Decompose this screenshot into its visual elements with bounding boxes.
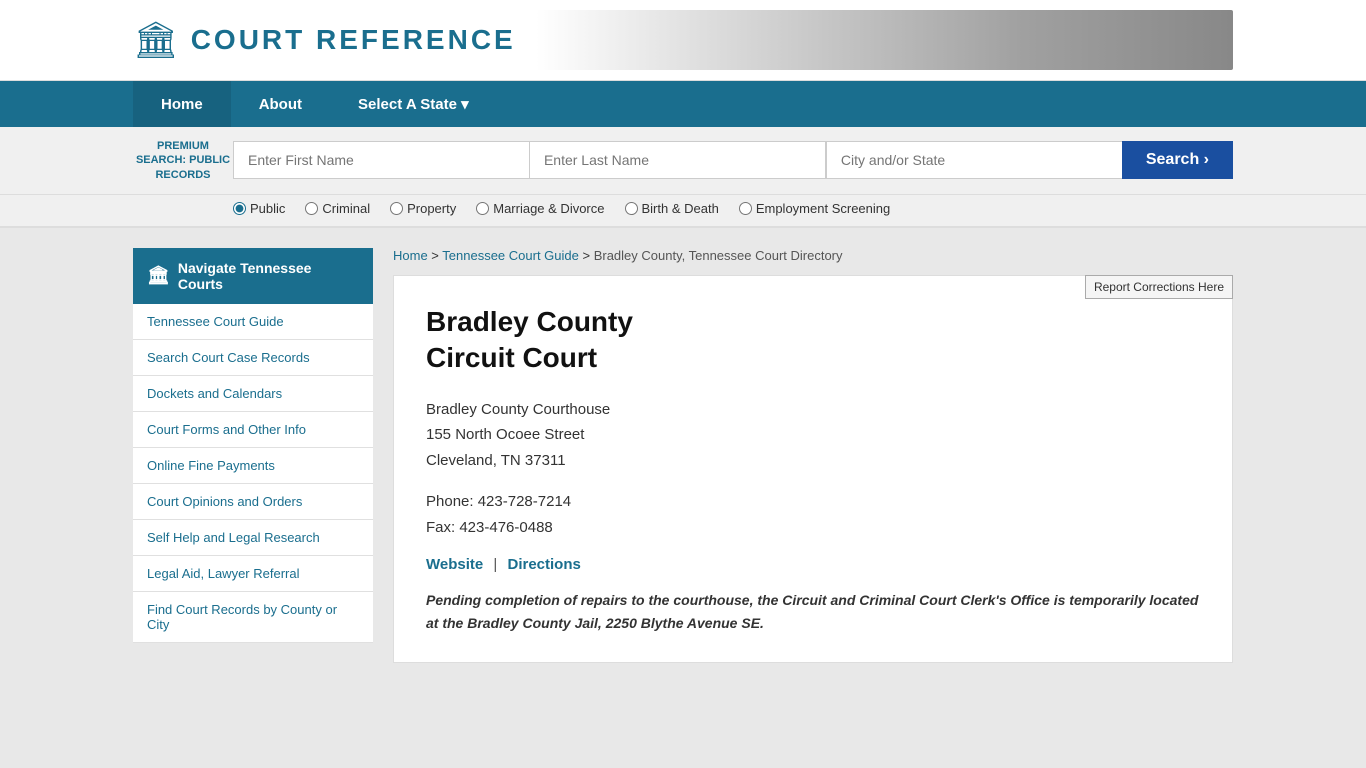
- main-content: 🏛 Navigate Tennessee Courts Tennessee Co…: [0, 228, 1366, 703]
- main-navigation: Home About Select A State ▾: [0, 81, 1366, 127]
- radio-property[interactable]: Property: [390, 201, 456, 216]
- navigate-icon: 🏛: [147, 265, 170, 286]
- breadcrumb-current: Bradley County, Tennessee Court Director…: [594, 248, 843, 263]
- sidebar-item-legal-aid[interactable]: Legal Aid, Lawyer Referral: [133, 556, 373, 592]
- first-name-input[interactable]: [233, 141, 529, 179]
- sidebar-heading: Navigate Tennessee Courts: [178, 260, 359, 292]
- court-phone: Phone: 423-728-7214 Fax: 423-476-0488: [426, 489, 1200, 540]
- court-address: Bradley County Courthouse 155 North Ocoe…: [426, 397, 1200, 474]
- radio-criminal[interactable]: Criminal: [305, 201, 370, 216]
- premium-label: PREMIUM SEARCH: PUBLIC RECORDS: [133, 139, 233, 182]
- page-header: 🏛 COURT REFERENCE: [0, 0, 1366, 81]
- link-separator: |: [493, 556, 497, 573]
- content-area: Home > Tennessee Court Guide > Bradley C…: [393, 248, 1233, 663]
- search-filter-row: Public Criminal Property Marriage & Divo…: [0, 195, 1366, 228]
- court-links: Website | Directions: [426, 556, 1200, 573]
- logo-icon: 🏛: [133, 22, 179, 58]
- website-link[interactable]: Website: [426, 556, 483, 573]
- last-name-input[interactable]: [529, 141, 826, 179]
- sidebar-header: 🏛 Navigate Tennessee Courts: [133, 248, 373, 304]
- sidebar-item-case-records[interactable]: Search Court Case Records: [133, 340, 373, 376]
- court-notice: Pending completion of repairs to the cou…: [426, 589, 1200, 634]
- sidebar-item-court-forms[interactable]: Court Forms and Other Info: [133, 412, 373, 448]
- logo: 🏛 COURT REFERENCE: [133, 22, 516, 58]
- court-card: Bradley County Circuit Court Bradley Cou…: [393, 275, 1233, 663]
- breadcrumb-home[interactable]: Home: [393, 248, 428, 263]
- nav-item-about[interactable]: About: [231, 81, 330, 127]
- radio-marriage-divorce[interactable]: Marriage & Divorce: [476, 201, 604, 216]
- radio-public[interactable]: Public: [233, 201, 285, 216]
- search-bar: PREMIUM SEARCH: PUBLIC RECORDS Search ›: [0, 127, 1366, 195]
- report-corrections-button[interactable]: Report Corrections Here: [1085, 275, 1233, 299]
- nav-item-home[interactable]: Home: [133, 81, 231, 127]
- sidebar-item-fine-payments[interactable]: Online Fine Payments: [133, 448, 373, 484]
- breadcrumb-guide[interactable]: Tennessee Court Guide: [442, 248, 579, 263]
- directions-link[interactable]: Directions: [508, 556, 581, 573]
- header-background-image: [536, 10, 1233, 70]
- nav-item-select-state[interactable]: Select A State ▾: [330, 81, 497, 127]
- court-title: Bradley County Circuit Court: [426, 304, 1200, 377]
- radio-birth-death[interactable]: Birth & Death: [625, 201, 719, 216]
- sidebar-item-self-help[interactable]: Self Help and Legal Research: [133, 520, 373, 556]
- sidebar-item-find-records[interactable]: Find Court Records by County or City: [133, 592, 373, 643]
- sidebar-item-court-guide[interactable]: Tennessee Court Guide: [133, 304, 373, 340]
- breadcrumb: Home > Tennessee Court Guide > Bradley C…: [393, 248, 1233, 263]
- sidebar: 🏛 Navigate Tennessee Courts Tennessee Co…: [133, 248, 373, 663]
- search-button[interactable]: Search ›: [1122, 141, 1233, 179]
- sidebar-item-opinions[interactable]: Court Opinions and Orders: [133, 484, 373, 520]
- search-inputs: Search ›: [233, 141, 1233, 179]
- city-state-input[interactable]: [826, 141, 1122, 179]
- logo-text: COURT REFERENCE: [191, 24, 516, 56]
- radio-employment[interactable]: Employment Screening: [739, 201, 890, 216]
- sidebar-item-dockets[interactable]: Dockets and Calendars: [133, 376, 373, 412]
